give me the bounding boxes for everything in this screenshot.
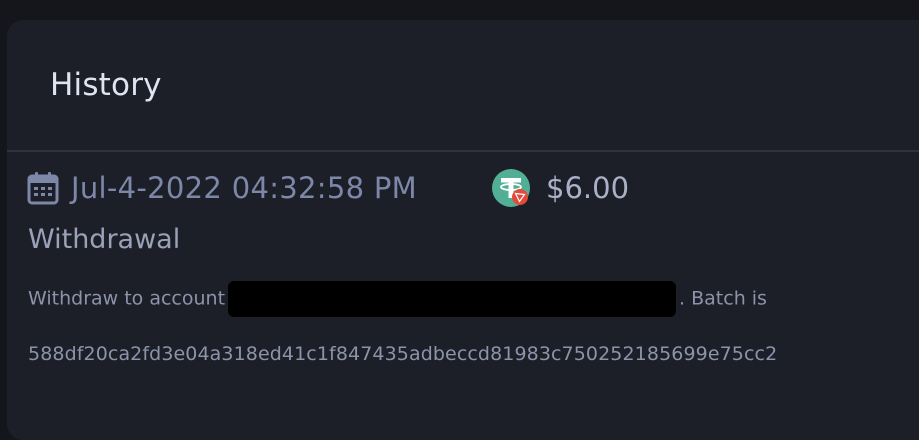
entry-type: Withdrawal [28, 224, 181, 255]
entry-amount: $6.00 [546, 171, 630, 205]
batch-id: 588df20ca2fd3e04a318ed41c1f847435adbeccd… [28, 343, 778, 365]
entry-amount-row: $6.00 [491, 168, 629, 208]
calendar-icon [27, 171, 59, 205]
usdt-tron-icon [491, 168, 531, 208]
history-header: History [7, 20, 919, 152]
entry-date: Jul-4-2022 04:32:58 PM [71, 171, 417, 205]
entry-date-row: Jul-4-2022 04:32:58 PM [27, 168, 417, 208]
description-prefix: Withdraw to account [28, 287, 226, 310]
description-suffix: . Batch is [679, 287, 767, 310]
page-title: History [50, 67, 162, 103]
entry-description: Withdraw to account . Batch is [28, 281, 767, 317]
redacted-account [228, 281, 677, 317]
